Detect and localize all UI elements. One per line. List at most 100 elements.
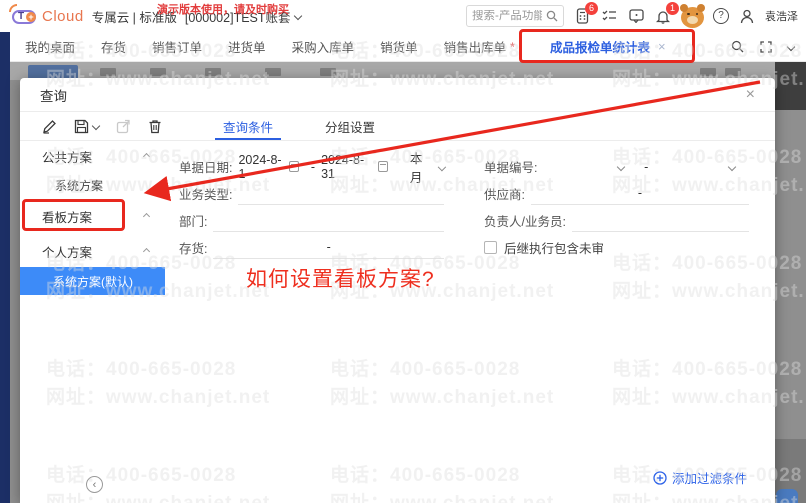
dialog-body: 公共方案 系统方案 看板方案 个人方案 系统方案(默认) ‹ 单据日期: 202… (20, 141, 775, 503)
board-schemes-label: 看板方案 (42, 210, 93, 225)
query-form: 单据日期: 2024-8-1 - 2024-8-31 本月 单据编号: - 业务… (165, 141, 775, 503)
message-icon[interactable] (627, 7, 645, 25)
date-to-value[interactable]: 2024-8-31 (321, 153, 374, 181)
add-circle-icon (653, 470, 667, 485)
sidebar-group-personal-schemes[interactable]: 个人方案 (20, 237, 165, 265)
scheme-sidebar: 公共方案 系统方案 看板方案 个人方案 系统方案(默认) ‹ (20, 141, 165, 503)
tab-purchase-inbound[interactable]: 采购入库单 (292, 37, 355, 56)
include-unaudited-checkbox[interactable] (484, 241, 497, 254)
unsaved-marker: * (510, 39, 515, 54)
add-filter-link[interactable]: 添加过滤条件 (653, 468, 747, 487)
tab-group-settings[interactable]: 分组设置 (299, 112, 401, 140)
calendar-icon[interactable] (288, 161, 299, 172)
help-icon[interactable]: ? (713, 8, 729, 24)
background-toolbar-icon (265, 68, 281, 76)
todo-list-icon[interactable] (600, 7, 618, 25)
background-primary-button (28, 65, 78, 79)
top-bar: T + Cloud 专属云 | 标准版 [000002]TEST账套 演示版本使… (0, 0, 806, 32)
tab-purchase-receipt[interactable]: 进货单 (228, 37, 266, 56)
tab-finished-goods-inspection-report[interactable]: 成品报检单统计表 × (518, 28, 695, 63)
left-nav-strip (0, 32, 10, 503)
public-schemes-label: 公共方案 (42, 150, 93, 165)
supplier-input[interactable]: - (530, 183, 749, 205)
system-scheme-label: 系统方案 (55, 178, 104, 193)
query-dialog: 查询 × 查询条件 分组设置 公共方案 系统方案 看板方案 个人方案 系统方案(… (20, 78, 775, 503)
tab-query-conditions[interactable]: 查询条件 (197, 112, 299, 140)
demo-version-notice[interactable]: 演示版本使用，请及时购买 (157, 1, 289, 17)
selected-scheme-label: 系统方案(默认) (53, 274, 133, 289)
username[interactable]: 袁浩泽 (765, 8, 798, 24)
field-document-date: 单据日期: 2024-8-1 - 2024-8-31 本月 (179, 148, 446, 186)
global-search[interactable] (466, 5, 564, 27)
edit-scheme-icon[interactable] (42, 119, 57, 134)
personal-schemes-label: 个人方案 (42, 245, 93, 260)
save-scheme-icon[interactable] (74, 119, 101, 134)
department-input[interactable] (213, 210, 444, 232)
account-chevron-down-icon[interactable] (293, 11, 302, 21)
fullscreen-icon[interactable] (760, 40, 772, 53)
background-toolbar-icon (725, 68, 741, 76)
user-icon[interactable] (738, 7, 756, 25)
tplus-cloud-logo-icon: T + (9, 4, 38, 26)
document-number-label: 单据编号: (484, 161, 538, 175)
save-dropdown-chevron-icon[interactable] (91, 121, 101, 131)
date-from-value[interactable]: 2024-8-1 (238, 153, 284, 181)
tab-search-icon[interactable] (731, 40, 744, 53)
background-float-button (776, 489, 798, 503)
tab-sales-order[interactable]: 销售订单 (152, 37, 202, 56)
field-department: 部门: (179, 210, 444, 232)
field-inventory: 存货: - (179, 237, 444, 259)
document-number-separator: - (644, 159, 649, 174)
supplier-label: 供应商: (484, 188, 525, 202)
tab-overflow-chevron-down-icon[interactable] (786, 42, 796, 51)
date-preset-dropdown[interactable]: 本月 (410, 148, 446, 186)
tab-sales-invoice[interactable]: 销货单 (380, 37, 418, 56)
add-filter-label: 添加过滤条件 (671, 472, 747, 486)
background-toolbar-icon (205, 68, 221, 76)
collapse-chevron-icon[interactable] (142, 212, 151, 220)
calendar-icon[interactable] (377, 161, 388, 172)
background-toolbar-icon (320, 68, 336, 76)
service-bear-avatar[interactable] (680, 3, 705, 28)
field-supplier: 供应商: - (484, 183, 749, 205)
tab-close-icon[interactable]: × (658, 39, 666, 54)
notification-bell-icon[interactable]: 1 (654, 2, 679, 25)
dialog-header: 查询 × (20, 78, 775, 112)
tab-sales-outbound[interactable]: 销售出库单 (444, 37, 507, 56)
dialog-title: 查询 (40, 88, 67, 104)
dialog-close-icon[interactable]: × (746, 86, 755, 104)
delete-scheme-icon[interactable] (148, 119, 162, 134)
collapse-chevron-icon[interactable] (142, 152, 151, 160)
background-toolbar-icon (100, 68, 116, 76)
collapse-chevron-icon[interactable] (142, 247, 151, 255)
sidebar-group-board-schemes[interactable]: 看板方案 (20, 199, 165, 233)
document-tab-bar: 我的桌面 存货 销售订单 进货单 采购入库单 销货单 销售出库单 * 成品报检单… (10, 28, 806, 63)
preset-chevron-down-icon (437, 162, 446, 171)
date-range-separator: - (310, 159, 316, 174)
global-search-input[interactable] (472, 10, 542, 22)
tab-inventory[interactable]: 存货 (101, 37, 126, 56)
owner-salesman-label: 负责人/业务员: (484, 215, 566, 229)
field-owner-salesman: 负责人/业务员: (484, 210, 749, 232)
sidebar-item-system-scheme-default[interactable]: 系统方案(默认) (20, 267, 165, 295)
pos-device-icon[interactable]: 6 (573, 2, 598, 25)
field-include-unaudited: 后继执行包含未审 (484, 238, 749, 257)
document-number-from-select[interactable] (543, 162, 638, 171)
task-badge: 6 (585, 2, 598, 15)
sidebar-group-public-schemes[interactable]: 公共方案 (20, 141, 165, 171)
sidebar-collapse-button[interactable]: ‹ (86, 476, 103, 493)
inventory-input[interactable]: - (213, 237, 444, 259)
background-bottom-panel (775, 439, 806, 503)
business-type-label: 业务类型: (179, 188, 233, 202)
tab-my-desktop[interactable]: 我的桌面 (25, 37, 75, 56)
background-toolbar-icon (700, 68, 716, 76)
scheme-toolbar: 查询条件 分组设置 (20, 112, 775, 141)
sidebar-item-system-scheme[interactable]: 系统方案 (20, 171, 165, 199)
document-number-to-select[interactable] (654, 162, 749, 171)
select-chevron-down-icon (616, 162, 626, 171)
owner-salesman-input[interactable] (571, 210, 749, 232)
top-bar-actions: 6 1 ? 袁浩泽 (466, 0, 798, 32)
search-icon[interactable] (546, 10, 558, 22)
business-type-input[interactable] (238, 183, 444, 205)
tab-list: 我的桌面 存货 销售订单 进货单 采购入库单 销货单 销售出库单 * 成品报检单… (10, 28, 695, 63)
